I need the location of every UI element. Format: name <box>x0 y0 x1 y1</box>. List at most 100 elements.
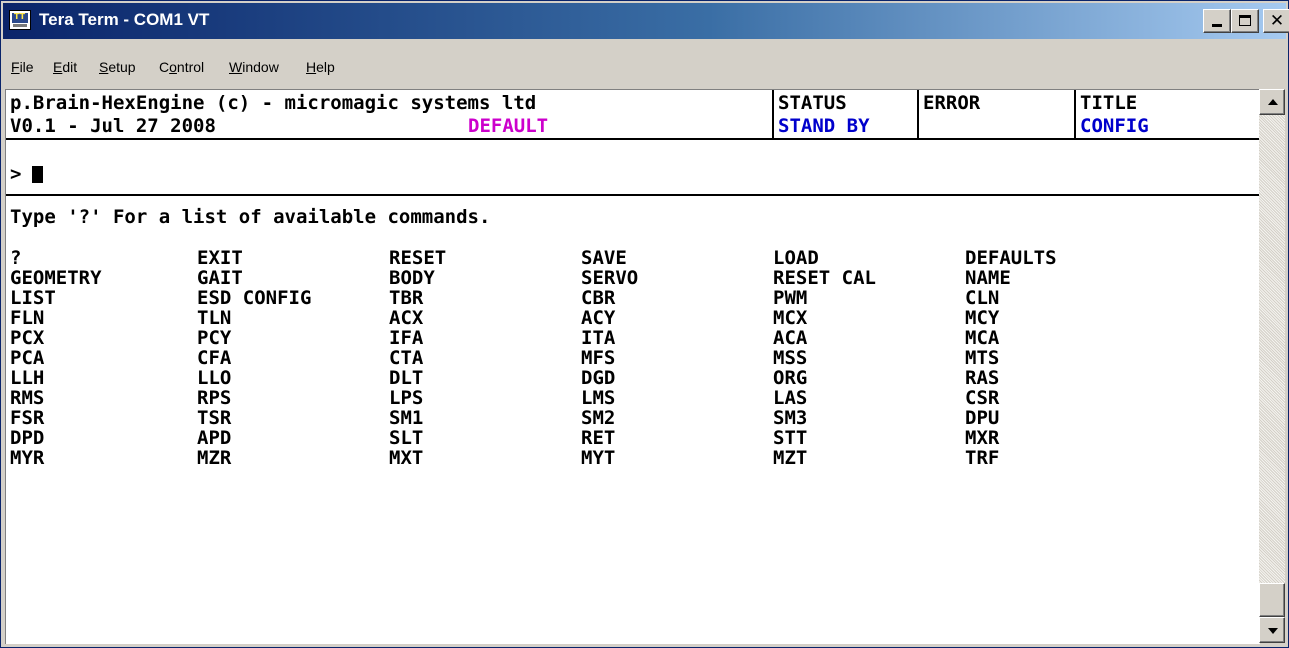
command-item: RAS <box>965 367 1000 389</box>
command-item: PCA <box>10 347 45 369</box>
command-item: MFS <box>581 347 616 369</box>
command-row: GEOMETRY GAIT BODY SERVO RESET CAL NAME <box>6 268 1256 288</box>
title-bar[interactable]: TT Tera Term - COM1 VT ✕ <box>3 3 1289 39</box>
command-list: ? EXIT RESET SAVE LOAD DEFAULTS GEOMETRY GAIT BO… <box>6 248 1256 488</box>
command-item: PCY <box>197 327 232 349</box>
command-item: CFA <box>197 347 232 369</box>
command-row: LIST ESD CONFIG TBR CBR PWM CLN <box>6 288 1256 308</box>
command-item: FSR <box>10 407 45 429</box>
command-item: PCX <box>10 327 45 349</box>
header-separator <box>6 138 1260 140</box>
minimize-button[interactable] <box>1203 9 1231 33</box>
error-label: ERROR <box>923 92 981 114</box>
command-prompt: > <box>10 163 22 185</box>
command-row: MYR MZR MXT MYT MZT TRF <box>6 448 1256 468</box>
command-item: NAME <box>965 267 1011 289</box>
menu-file-rest: ile <box>19 59 34 75</box>
scroll-up-button[interactable] <box>1259 89 1285 115</box>
close-button[interactable]: ✕ <box>1263 9 1289 33</box>
command-item: DPD <box>10 427 45 449</box>
command-row: LLH LLO DLT DGD ORG RAS <box>6 368 1256 388</box>
command-item: MZR <box>197 447 232 469</box>
command-item: LMS <box>581 387 616 409</box>
command-item: LAS <box>773 387 808 409</box>
command-row: FLN TLN ACX ACY MCX MCY <box>6 308 1256 328</box>
menu-file-accel: F <box>11 59 20 75</box>
command-item: RESET <box>389 247 447 269</box>
command-row: RMS RPS LPS LMS LAS CSR <box>6 388 1256 408</box>
command-item: RESET CAL <box>773 267 876 289</box>
command-item: ORG <box>773 367 808 389</box>
vertical-scrollbar[interactable] <box>1259 89 1285 643</box>
command-item: SAVE <box>581 247 627 269</box>
menu-file[interactable]: File <box>11 59 34 75</box>
help-hint: Type '?' For a list of available command… <box>10 206 491 228</box>
teraterm-app-icon[interactable]: TT <box>9 10 31 30</box>
maximize-icon <box>1239 15 1251 26</box>
command-row: FSR TSR SM1 SM2 SM3 DPU <box>6 408 1256 428</box>
command-item: LOAD <box>773 247 819 269</box>
command-item: ACA <box>773 327 808 349</box>
command-item: MTS <box>965 347 1000 369</box>
menu-control[interactable]: Control <box>159 59 204 75</box>
terminal-screen[interactable]: p.Brain-HexEngine (c) - micromagic syste… <box>5 89 1260 644</box>
command-item: CBR <box>581 287 616 309</box>
command-item: ? <box>10 247 22 269</box>
command-item: RPS <box>197 387 232 409</box>
header-divider-error <box>917 90 919 138</box>
menu-help[interactable]: Help <box>306 59 335 75</box>
command-item: TRF <box>965 447 1000 469</box>
command-item: APD <box>197 427 232 449</box>
menu-control-pre: C <box>159 59 170 75</box>
command-item: GEOMETRY <box>10 267 102 289</box>
command-item: MCX <box>773 307 808 329</box>
menu-window[interactable]: Window <box>229 59 279 75</box>
command-item: ESD CONFIG <box>197 287 312 309</box>
command-item: LPS <box>389 387 424 409</box>
command-item: SM2 <box>581 407 616 429</box>
command-item: ACY <box>581 307 616 329</box>
command-item: MYR <box>10 447 45 469</box>
command-item: SM1 <box>389 407 424 429</box>
title-label: TITLE <box>1080 92 1138 114</box>
status-label: STATUS <box>778 92 847 114</box>
command-item: SERVO <box>581 267 639 289</box>
command-item: EXIT <box>197 247 243 269</box>
version-line: V0.1 - Jul 27 2008 <box>10 115 216 137</box>
menu-setup[interactable]: Setup <box>99 59 136 75</box>
command-item: DEFAULTS <box>965 247 1057 269</box>
command-row: DPD APD SLT RET STT MXR <box>6 428 1256 448</box>
command-item: DLT <box>389 367 424 389</box>
command-item: TLN <box>197 307 232 329</box>
prompt-separator <box>6 194 1260 196</box>
command-row: ? EXIT RESET SAVE LOAD DEFAULTS <box>6 248 1256 268</box>
window-title: Tera Term - COM1 VT <box>39 10 210 29</box>
header-divider-status <box>772 90 774 138</box>
arrow-up-icon <box>1268 99 1278 105</box>
menu-edit-accel: E <box>53 59 63 75</box>
command-item: SLT <box>389 427 424 449</box>
command-item: DGD <box>581 367 616 389</box>
command-row: PCA CFA CTA MFS MSS MTS <box>6 348 1256 368</box>
maximize-button[interactable] <box>1231 9 1259 33</box>
profile-name: DEFAULT <box>468 115 549 137</box>
menu-edit-rest: dit <box>62 59 78 75</box>
command-item: FLN <box>10 307 45 329</box>
command-item: MXR <box>965 427 1000 449</box>
status-value: STAND BY <box>778 115 870 137</box>
menu-bar: File Edit Setup Control Window Help <box>3 55 1286 85</box>
scroll-down-button[interactable] <box>1259 617 1285 643</box>
menu-control-accel: o <box>169 59 177 75</box>
command-item: CLN <box>965 287 1000 309</box>
text-cursor[interactable] <box>32 166 43 183</box>
command-item: DPU <box>965 407 1000 429</box>
menu-edit[interactable]: Edit <box>53 59 77 75</box>
scroll-thumb[interactable] <box>1259 583 1285 617</box>
command-item: MYT <box>581 447 616 469</box>
command-item: RET <box>581 427 616 449</box>
command-item: GAIT <box>197 267 243 289</box>
command-item: TSR <box>197 407 232 429</box>
title-value: CONFIG <box>1080 115 1149 137</box>
menu-window-rest: indow <box>242 59 279 75</box>
app-icon-letters: TT <box>14 12 26 21</box>
